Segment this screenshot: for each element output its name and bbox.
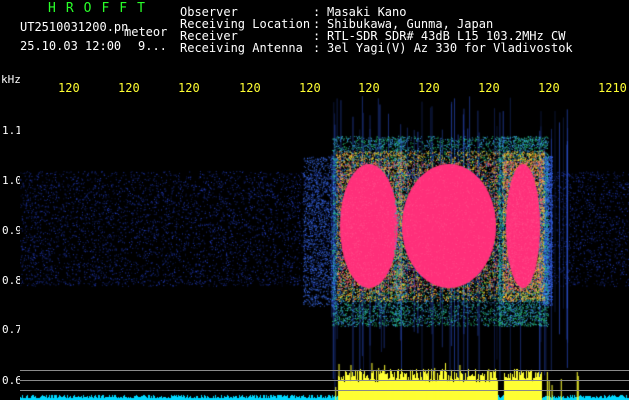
- file-frame: 9...: [138, 39, 167, 53]
- file-time: 25.10.03 12:00: [20, 39, 122, 53]
- x-tick-label: 120: [478, 81, 500, 95]
- file-tag: meteor: [124, 25, 168, 39]
- y-tick-label: 0.6: [2, 374, 22, 387]
- x-tick-label: 120: [418, 81, 440, 95]
- x-tick-label: 120: [58, 81, 80, 95]
- x-tick-label: 120: [239, 81, 261, 95]
- x-tick-label: 120: [118, 81, 140, 95]
- y-tick-label: 0.7: [2, 323, 22, 336]
- y-tick-label: 0.8: [2, 274, 22, 287]
- x-tick-label: 120: [538, 81, 560, 95]
- y-tick-label: 0.9: [2, 224, 22, 237]
- info-antenna-label: Receiving Antenna: [180, 41, 303, 55]
- info-antenna-value: 3el Yagi(V) Az 330 for Vladivostok: [327, 41, 573, 55]
- reference-line: [20, 390, 629, 391]
- y-axis-unit: kHz: [1, 73, 21, 86]
- reference-line: [20, 380, 629, 381]
- x-tick-label: 120: [178, 81, 200, 95]
- spectrogram-canvas: [20, 96, 629, 400]
- x-tick-label: 120: [358, 81, 380, 95]
- info-antenna-sep: :: [313, 41, 321, 55]
- y-tick-label: 1.0: [2, 174, 22, 187]
- file-name: UT2510031200.pn: [20, 20, 129, 34]
- reference-line: [20, 370, 629, 371]
- x-tick-label: 120: [299, 81, 321, 95]
- x-tick-label: 1210: [598, 81, 627, 95]
- y-tick-label: 1.1: [2, 124, 22, 137]
- app-brand: HROFFT: [48, 1, 155, 16]
